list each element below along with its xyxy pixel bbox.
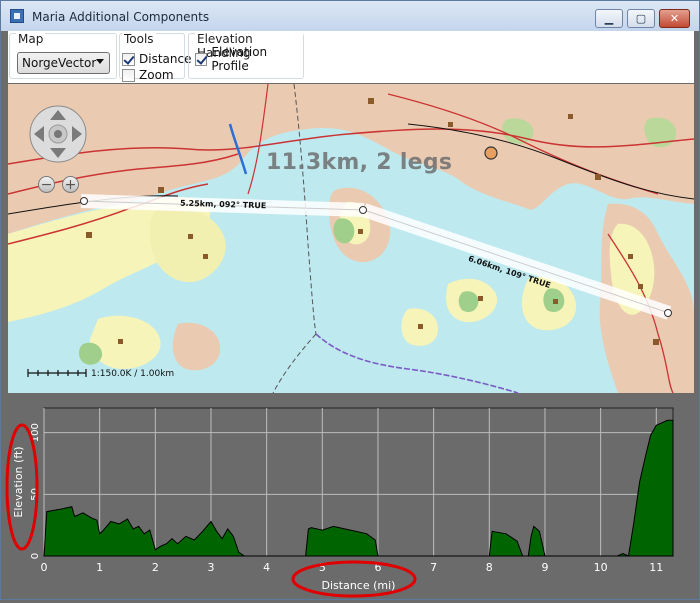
title-bar[interactable]: Maria Additional Components ▁ ▢ ✕	[1, 1, 699, 31]
route-point-end[interactable]	[664, 309, 672, 317]
app-window: Maria Additional Components ▁ ▢ ✕ Map No…	[0, 0, 700, 600]
island-west	[149, 207, 226, 283]
scale-bar	[27, 369, 87, 377]
park-4	[458, 291, 479, 312]
island-south	[172, 322, 221, 371]
distance-label: Distance	[139, 52, 192, 66]
scale-label: 1:150.0K / 1.00km	[91, 369, 175, 379]
x-tick-label: 8	[486, 561, 493, 574]
poi-marker	[484, 146, 498, 160]
map-select-value: NorgeVector	[22, 56, 97, 70]
chevron-down-icon	[96, 59, 104, 64]
elevation-profile-panel: 0 1 2 3 4 5 6 7 8 9 10 11 0 50 100 Distance (mi) Elevati…	[1, 393, 699, 600]
close-button[interactable]: ✕	[659, 9, 690, 28]
elevation-profile-label: Elevation Profile	[211, 45, 268, 73]
zoom-in-button[interactable]: +	[62, 176, 79, 193]
zoom-label: Zoom	[139, 68, 174, 82]
map-view[interactable]: − + 11.3km, 2 legs 5.25km, 092° TRUE 6.0…	[8, 84, 694, 393]
x-tick-label: 3	[207, 561, 214, 574]
y-axis-label: Elevation (ft)	[12, 446, 25, 517]
route-point-middle[interactable]	[359, 206, 367, 214]
toolbar: Map NorgeVector Tools Distance Zoom Elev…	[8, 31, 694, 83]
x-tick-label: 0	[41, 561, 48, 574]
minimize-button[interactable]: ▁	[595, 9, 623, 28]
distance-checkbox-row[interactable]: Distance	[122, 51, 191, 67]
map-group-label: Map	[16, 32, 46, 46]
pan-icon	[29, 105, 87, 163]
route-summary: 11.3km, 2 legs	[266, 150, 453, 175]
route-point-start[interactable]	[80, 197, 88, 205]
close-icon: ✕	[669, 12, 680, 25]
x-tick-label: 4	[263, 561, 270, 574]
plus-icon: +	[64, 176, 77, 193]
x-tick-label: 2	[152, 561, 159, 574]
elevation-chart: 0 1 2 3 4 5 6 7 8 9 10 11050100Distance (mi)Elevati…	[5, 407, 674, 598]
zoom-checkbox-row[interactable]: Zoom	[122, 67, 174, 83]
tools-group-label: Tools	[122, 32, 156, 46]
x-tick-label: 7	[430, 561, 437, 574]
island-southwest	[89, 315, 161, 369]
distance-checkbox[interactable]	[122, 52, 135, 66]
y-tick-label: 0	[30, 553, 41, 559]
x-tick-label: 11	[649, 561, 663, 574]
x-tick-label: 10	[594, 561, 608, 574]
pan-control[interactable]	[28, 104, 88, 164]
elevation-group: Elevation Handling Elevation Profile	[188, 32, 304, 79]
boundary-south	[272, 333, 317, 393]
x-tick-label: 1	[96, 561, 103, 574]
app-icon	[10, 9, 24, 23]
zoom-checkbox[interactable]	[122, 68, 135, 82]
map-canvas	[8, 84, 694, 393]
x-tick-label: 9	[541, 561, 548, 574]
elevation-profile-checkbox[interactable]	[195, 52, 208, 66]
zoom-out-button[interactable]: −	[38, 176, 55, 193]
map-group: Map NorgeVector	[9, 32, 117, 79]
minimize-icon: ▁	[604, 12, 614, 25]
tools-group: Tools Distance Zoom	[119, 32, 191, 82]
maximize-button[interactable]: ▢	[627, 9, 655, 28]
window-title: Maria Additional Components	[32, 10, 210, 24]
map-select[interactable]: NorgeVector	[17, 52, 110, 74]
minus-icon: −	[40, 176, 53, 193]
maximize-icon: ▢	[635, 12, 647, 25]
elevation-profile-checkbox-row[interactable]: Elevation Profile	[195, 45, 303, 73]
x-axis-label: Distance (mi)	[322, 579, 396, 592]
